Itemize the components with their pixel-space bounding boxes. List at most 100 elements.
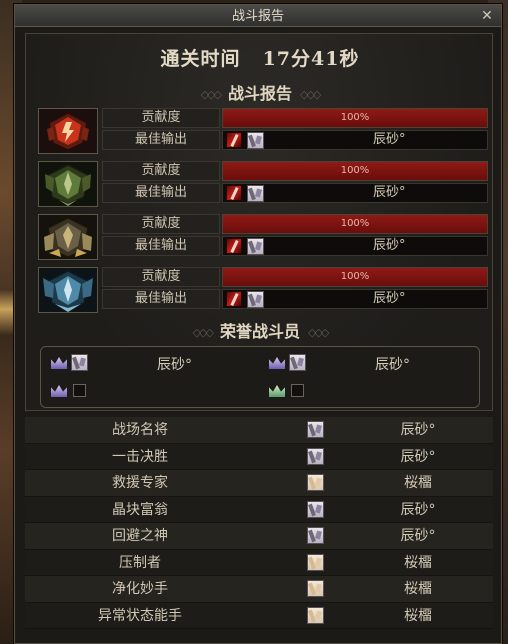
title-row: 压制者 桜橊 — [25, 549, 493, 576]
honor-slot[interactable]: 辰砂° — [49, 351, 259, 377]
best-output-name: 辰砂° — [373, 132, 406, 147]
player-class-emblem-icon — [38, 108, 98, 154]
contribution-bar: 100% — [222, 161, 488, 181]
title-row: 救援专家 桜橊 — [25, 470, 493, 497]
portrait-icon — [307, 580, 324, 597]
portrait-icon — [247, 185, 264, 202]
best-output-field: 辰砂° — [222, 130, 488, 150]
ornament-left-icon: ◇◇◇ — [200, 88, 222, 101]
player-row: 贡献度 100% 最佳输出 辰砂° — [38, 161, 488, 207]
best-output-name: 辰砂° — [373, 185, 406, 200]
title-player: 桜橊 — [404, 554, 432, 571]
clear-time: 通关时间 17分41秒 — [26, 44, 494, 71]
titles-list: 战场名将 辰砂° 一击决胜 辰砂° 救援专家 桜橊 晶块富翁 辰砂° 回避之神 … — [25, 417, 493, 629]
best-output-field: 辰砂° — [222, 183, 488, 203]
title-player: 辰砂° — [400, 448, 436, 465]
portrait-icon — [307, 500, 324, 518]
title-row: 净化妙手 桜橊 — [25, 576, 493, 603]
portrait-icon — [247, 291, 264, 308]
portrait-icon — [247, 238, 264, 255]
title-row: 晶块富翁 辰砂° — [25, 496, 493, 523]
battle-report-window: 战斗报告 ✕ 通关时间 17分41秒 ◇◇◇ 战斗报告 ◇◇◇ 贡献度 100% — [14, 4, 502, 644]
portrait-icon — [307, 527, 324, 544]
title-name: 压制者 — [119, 554, 161, 571]
clear-time-value: 17分41秒 — [262, 48, 360, 70]
best-output-name: 辰砂° — [373, 238, 406, 253]
weapon-icon — [226, 291, 242, 307]
title-name: 异常状态能手 — [98, 607, 182, 624]
title-name: 净化妙手 — [112, 581, 168, 597]
title-name: 战场名将 — [112, 422, 168, 438]
portrait-icon — [289, 354, 306, 371]
weapon-icon — [226, 132, 242, 148]
player-row: 贡献度 100% 最佳输出 辰砂° — [38, 108, 488, 154]
honor-header-text: 荣誉战斗员 — [219, 322, 300, 341]
contribution-bar: 100% — [222, 267, 488, 287]
best-output-label: 最佳输出 — [102, 289, 220, 309]
title-name: 晶块富翁 — [112, 501, 168, 518]
contribution-fill: 100% — [223, 215, 487, 233]
portrait-icon — [307, 447, 324, 465]
title-row: 战场名将 辰砂° — [25, 417, 493, 444]
title-player: 辰砂° — [400, 528, 436, 544]
portrait-icon — [307, 606, 324, 624]
player-row: 贡献度 100% 最佳输出 辰砂° — [38, 267, 488, 313]
honor-name: 辰砂° — [375, 357, 410, 373]
title-player: 桜橊 — [404, 607, 432, 624]
best-output-label: 最佳输出 — [102, 183, 220, 203]
player-row: 贡献度 100% 最佳输出 辰砂° — [38, 214, 488, 260]
best-output-field: 辰砂° — [222, 236, 488, 256]
player-class-emblem-icon — [38, 161, 98, 207]
player-class-emblem-icon — [38, 214, 98, 260]
title-row: 一击决胜 辰砂° — [25, 443, 493, 470]
title-row: 回避之神 辰砂° — [25, 523, 493, 550]
title-row: 异常状态能手 桜橊 — [25, 602, 493, 629]
report-header: ◇◇◇ 战斗报告 ◇◇◇ — [26, 80, 494, 104]
portrait-icon — [307, 474, 324, 491]
portrait-icon — [307, 553, 324, 571]
title-player: 桜橊 — [404, 475, 432, 491]
window-title: 战斗报告 — [231, 9, 284, 24]
title-player: 辰砂° — [400, 422, 436, 438]
crown-icon — [269, 357, 285, 369]
crown-icon — [269, 385, 285, 397]
title-name: 一击决胜 — [112, 448, 168, 465]
title-player: 桜橊 — [404, 581, 432, 597]
contribution-fill: 100% — [223, 162, 487, 180]
crown-icon — [51, 357, 67, 369]
honor-slot[interactable]: 辰砂° — [267, 351, 477, 377]
portrait-icon — [307, 421, 324, 438]
best-output-name: 辰砂° — [373, 291, 406, 306]
empty-slot-icon — [291, 384, 304, 397]
title-name: 救援专家 — [112, 475, 168, 491]
honor-name: 辰砂° — [157, 357, 192, 373]
report-header-text: 战斗报告 — [227, 84, 292, 103]
contribution-bar: 100% — [222, 214, 488, 234]
close-icon[interactable]: ✕ — [479, 8, 495, 24]
contribution-label: 贡献度 — [102, 267, 220, 287]
weapon-icon — [226, 238, 242, 254]
contribution-fill: 100% — [223, 268, 487, 286]
honor-slot[interactable] — [267, 379, 477, 405]
crown-icon — [51, 385, 67, 397]
contribution-fill: 100% — [223, 109, 487, 127]
report-panel: 通关时间 17分41秒 ◇◇◇ 战斗报告 ◇◇◇ 贡献度 100% 最佳输出 辰… — [25, 33, 493, 411]
ornament-right-icon: ◇◇◇ — [308, 326, 329, 339]
contribution-label: 贡献度 — [102, 108, 220, 128]
title-name: 回避之神 — [112, 528, 168, 544]
honor-slot[interactable] — [49, 379, 259, 405]
title-player: 辰砂° — [400, 501, 436, 518]
window-titlebar[interactable]: 战斗报告 ✕ — [15, 5, 501, 27]
portrait-icon — [247, 132, 264, 149]
empty-slot-icon — [73, 384, 86, 397]
contribution-label: 贡献度 — [102, 161, 220, 181]
portrait-icon — [71, 354, 88, 371]
best-output-label: 最佳输出 — [102, 130, 220, 150]
honor-fighters-box: 辰砂° 辰砂° — [40, 346, 480, 408]
clear-time-label: 通关时间 — [160, 48, 241, 70]
ornament-left-icon: ◇◇◇ — [192, 326, 214, 339]
player-class-emblem-icon — [38, 267, 98, 313]
best-output-label: 最佳输出 — [102, 236, 220, 256]
ornament-right-icon: ◇◇◇ — [300, 88, 321, 101]
best-output-field: 辰砂° — [222, 289, 488, 309]
